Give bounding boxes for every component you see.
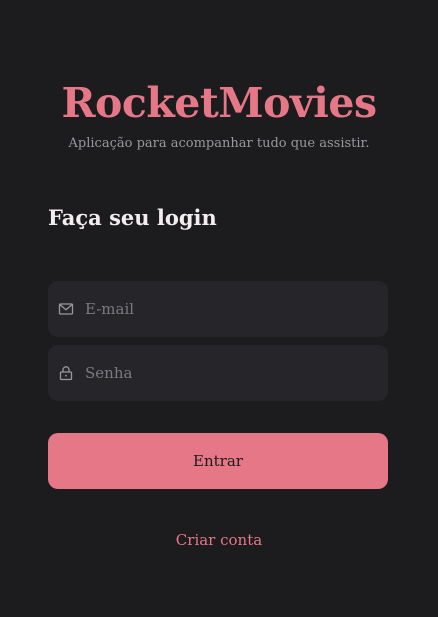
- lock-icon: [58, 365, 74, 381]
- password-field[interactable]: [48, 345, 388, 401]
- create-account-row: Criar conta: [0, 530, 438, 550]
- login-page: RocketMovies Aplicação para acompanhar t…: [0, 0, 438, 617]
- brand-title: RocketMovies: [61, 79, 377, 127]
- brand-subtitle: Aplicação para acompanhar tudo que assis…: [68, 136, 370, 151]
- password-input[interactable]: [85, 345, 375, 401]
- login-button[interactable]: Entrar: [48, 433, 388, 489]
- email-input[interactable]: [85, 281, 375, 337]
- email-field[interactable]: [48, 281, 388, 337]
- create-account-link[interactable]: Criar conta: [176, 531, 262, 549]
- form-title: Faça seu login: [48, 205, 217, 230]
- mail-icon: [58, 301, 74, 317]
